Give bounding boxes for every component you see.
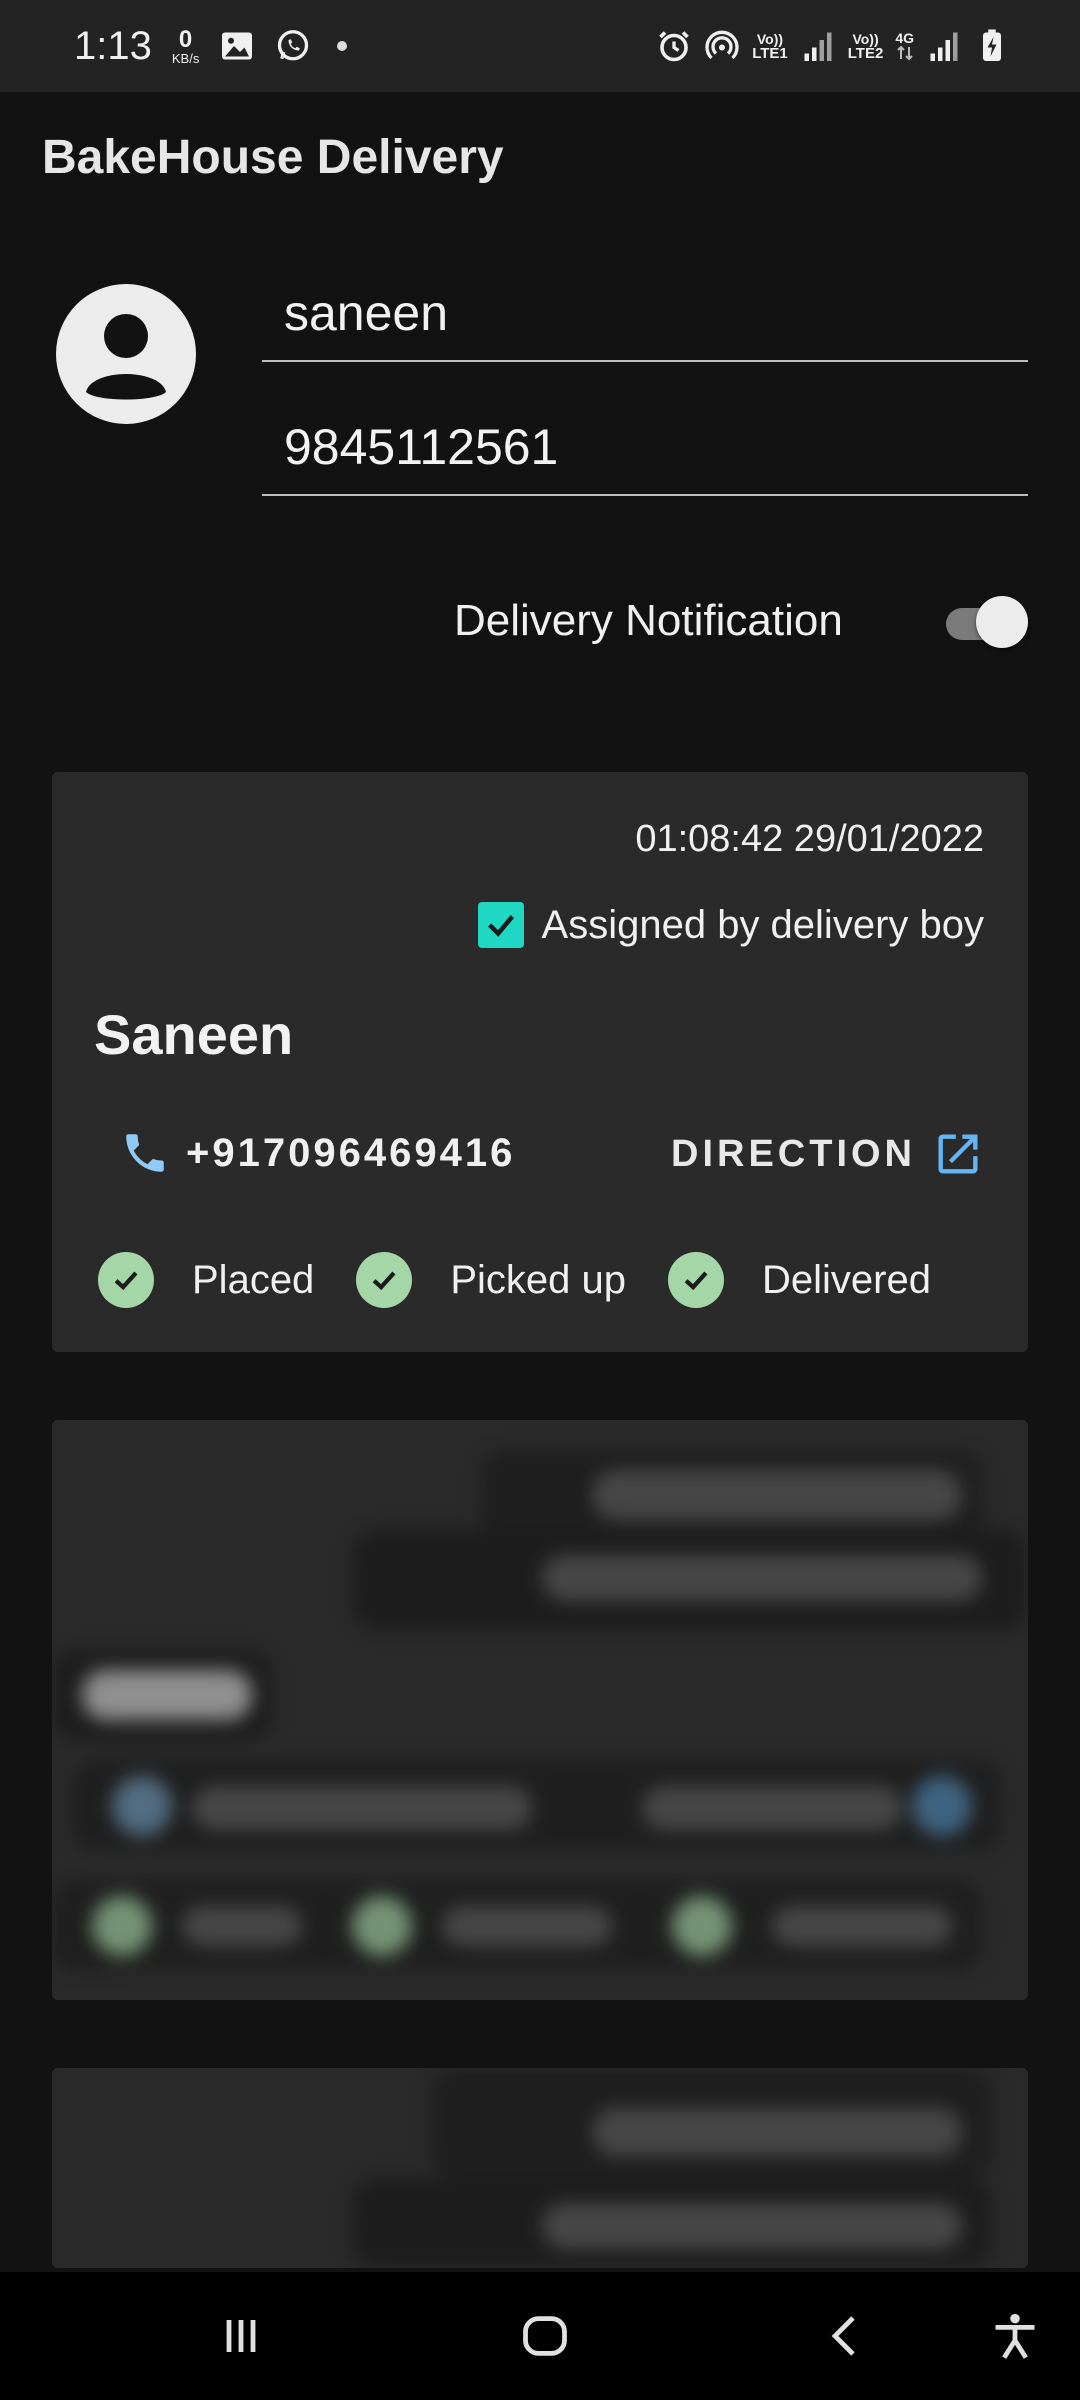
call-button[interactable]: +917096469416: [120, 1128, 515, 1178]
assigned-checkbox[interactable]: [477, 902, 524, 948]
sim1-label: Vo)) LTE1: [752, 32, 788, 61]
net-speed: 0 KB/s: [171, 25, 200, 66]
delivery-notification-label: Delivery Notification: [454, 596, 843, 645]
recents-icon: [226, 2320, 256, 2352]
status-bar-right: Vo)) LTE1 Vo)) LTE2 4G: [656, 0, 1010, 92]
system-nav-bar: [0, 2272, 1080, 2400]
step-label: Picked up: [450, 1257, 626, 1302]
status-bar: 1:13 0 KB/s Vo)) LTE1 Vo)) LTE2 4G: [0, 0, 1080, 92]
sim1-volte: Vo)): [756, 30, 784, 47]
recents-button[interactable]: [196, 2272, 286, 2400]
open-external-icon: [938, 1134, 978, 1174]
signal-icon-2: [930, 32, 958, 61]
home-icon: [523, 2316, 567, 2356]
blurred-content: [52, 2068, 1028, 2268]
gallery-icon: [222, 32, 253, 60]
order-card-blurred-2[interactable]: [52, 2068, 1028, 2268]
direction-button[interactable]: DIRECTION: [671, 1128, 984, 1180]
sim2-label: Vo)) LTE2: [848, 32, 884, 61]
step-delivered: Delivered: [667, 1252, 973, 1308]
order-timestamp: 01:08:42 29/01/2022: [635, 818, 984, 860]
customer-name: Saneen: [94, 1003, 294, 1066]
status-time: 1:13: [74, 23, 152, 68]
network-type: 4G: [895, 31, 914, 61]
app-title: BakeHouse Delivery: [42, 131, 504, 184]
order-card-blurred[interactable]: [52, 1420, 1028, 2000]
step-label: Delivered: [761, 1257, 931, 1302]
phone-icon: [126, 1134, 164, 1172]
assigned-row[interactable]: Assigned by delivery boy: [477, 902, 984, 948]
step-check-icon: [667, 1252, 724, 1308]
direction-label: DIRECTION: [671, 1132, 916, 1175]
data-arrows-icon: [896, 45, 913, 61]
name-field-value: saneen: [284, 285, 449, 341]
toggle-thumb: [976, 596, 1028, 648]
blurred-content: [52, 1420, 1028, 2000]
signal-icon: [804, 32, 832, 61]
net-speed-unit: KB/s: [171, 50, 200, 66]
sim2-lte: LTE2: [847, 44, 884, 62]
assigned-label: Assigned by delivery boy: [541, 902, 984, 947]
delivery-notification-toggle[interactable]: [946, 596, 1028, 650]
notification-dot: [337, 41, 348, 51]
back-icon: [831, 2316, 855, 2356]
whatsapp-icon: [278, 30, 309, 61]
sim1-lte: LTE1: [752, 44, 788, 62]
avatar-icon[interactable]: [56, 284, 196, 424]
order-progress: Placed Picked up Delivered: [98, 1252, 973, 1308]
home-button[interactable]: [500, 2272, 590, 2400]
order-card[interactable]: 01:08:42 29/01/2022 Assigned by delivery…: [52, 772, 1028, 1352]
name-field[interactable]: saneen: [262, 284, 1028, 362]
battery-charging-icon: [983, 29, 1001, 61]
step-check-icon: [98, 1252, 154, 1308]
phone-field[interactable]: 9845112561: [262, 418, 1028, 496]
hotspot-icon: [705, 30, 739, 60]
alarm-icon: [659, 31, 689, 62]
step-placed: Placed: [98, 1252, 356, 1308]
step-picked-up: Picked up: [356, 1252, 668, 1308]
status-bar-left: 1:13 0 KB/s: [74, 0, 348, 92]
sim2-volte: Vo)): [852, 30, 879, 47]
back-button[interactable]: [800, 2272, 890, 2400]
net-speed-value: 0: [178, 25, 193, 53]
phone-field-value: 9845112561: [284, 419, 559, 475]
step-check-icon: [356, 1252, 413, 1308]
network-type-label: 4G: [895, 30, 914, 46]
accessibility-button[interactable]: [970, 2272, 1060, 2400]
step-label: Placed: [192, 1257, 315, 1302]
accessibility-icon: [995, 2313, 1035, 2359]
customer-phone: +917096469416: [186, 1130, 516, 1175]
check-icon: [487, 915, 514, 937]
